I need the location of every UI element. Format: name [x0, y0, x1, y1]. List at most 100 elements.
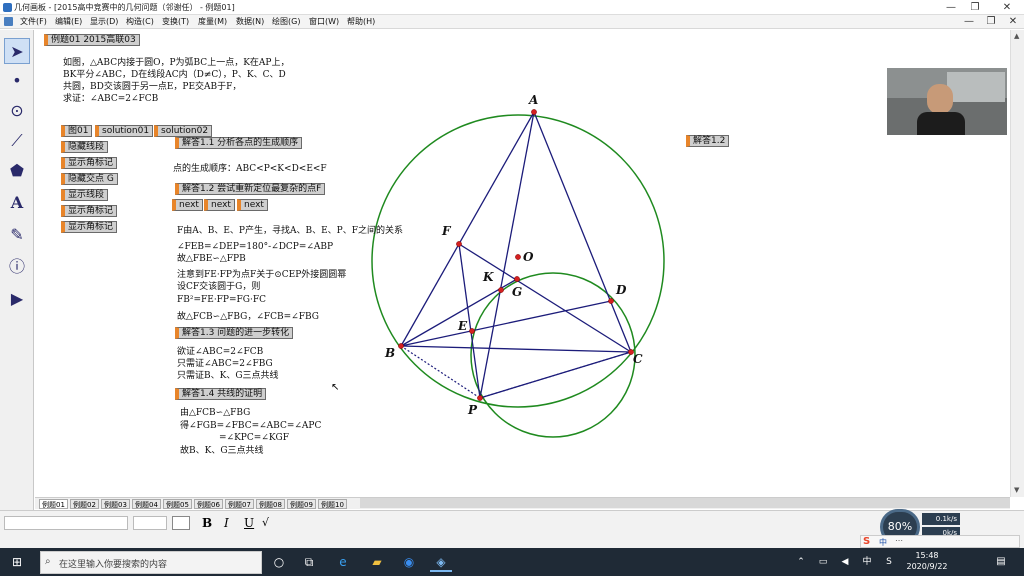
label-g: G [512, 285, 522, 299]
sketch-canvas[interactable]: A B C D E F G K O P 例题01 2015高联03 如图，△AB… [35, 30, 1010, 497]
clock-date: 2020/9/22 [906, 562, 948, 571]
analysis-line-6: FB²=FE·FP=FG·FC [177, 295, 266, 305]
menu-graph[interactable]: 绘图(G) [272, 16, 300, 27]
italic-button[interactable]: I [224, 516, 229, 530]
horizontal-scrollbar[interactable] [360, 498, 1010, 508]
next-button-1[interactable]: next [172, 199, 203, 211]
solution02-button[interactable]: solution02 [154, 125, 213, 137]
network-icon[interactable]: ▭ [812, 552, 834, 572]
volume-icon[interactable]: ◀ [834, 552, 856, 572]
doc-restore-button[interactable]: ❐ [982, 15, 1000, 28]
symbol-palette-icon[interactable]: √ [262, 516, 269, 529]
page-tab-3[interactable]: 例题03 [101, 499, 130, 509]
tray-expand-icon[interactable]: ⌃ [790, 552, 812, 572]
polygon-tool[interactable]: ⬟ [4, 158, 30, 184]
ime-mode-label[interactable]: 中 [879, 537, 887, 548]
text-color-button[interactable] [172, 516, 190, 530]
page-tab-5[interactable]: 例题05 [163, 499, 192, 509]
marker-tool[interactable]: ✎ [4, 222, 30, 248]
next-button-3[interactable]: next [237, 199, 268, 211]
info-tool[interactable]: ⓘ [4, 254, 30, 280]
cortana-icon[interactable]: ○ [268, 552, 290, 572]
next-button-2[interactable]: next [204, 199, 235, 211]
taskbar-search[interactable]: ⌕ 在这里输入你要搜索的内容 [40, 551, 262, 574]
point-e [469, 328, 475, 334]
text-tool[interactable]: A [4, 190, 30, 216]
title-bar: 几何画板 - [2015高中竞赛中的几何问题（邻谢任） - 例题01] — ❐ … [0, 0, 1024, 15]
underline-button[interactable]: U [244, 516, 254, 530]
answer-1-3-button[interactable]: 解答1.3 问题的进一步转化 [175, 327, 294, 339]
windows-start-icon[interactable]: ⊞ [6, 552, 28, 572]
transform-line-2: 只需证∠ABC=2∠FBG [177, 359, 273, 369]
hide-segment-button[interactable]: 隐藏线段 [61, 141, 109, 153]
custom-tool[interactable]: ▶ [4, 286, 30, 312]
page-tab-6[interactable]: 例题06 [194, 499, 223, 509]
menu-help[interactable]: 帮助(H) [347, 16, 375, 27]
vertical-scrollbar[interactable]: ▲ ▼ [1010, 30, 1024, 497]
transform-line-1: 欲证∠ABC=2∠FCB [177, 347, 264, 357]
menu-window[interactable]: 窗口(W) [309, 16, 339, 27]
answer-1-4-button[interactable]: 解答1.4 共线的证明 [175, 388, 267, 400]
figure-button[interactable]: 图01 [61, 125, 93, 137]
page-tab-4[interactable]: 例题04 [132, 499, 161, 509]
font-select[interactable] [4, 516, 128, 530]
answer-1-1-button[interactable]: 解答1.1 分析各点的生成顺序 [175, 137, 303, 149]
arrow-tool[interactable]: ➤ [4, 38, 30, 64]
sogou-tray-icon[interactable]: S [878, 552, 900, 572]
maximize-button[interactable]: ❐ [966, 1, 984, 14]
answer-1-2-button[interactable]: 解答1.2 尝试重新定位最复杂的点F [175, 183, 326, 195]
taskbar-clock[interactable]: 15:48 2020/9/22 [904, 550, 950, 572]
notification-icon[interactable]: ▤ [990, 552, 1012, 572]
text-format-bar: B I U √ 80% 0.1k/s 0k/s S 中 ⋯ [0, 509, 1024, 548]
hide-point-g-button[interactable]: 隐藏交点 G [61, 173, 118, 185]
doc-icon [4, 17, 13, 26]
ime-options-icon[interactable]: ⋯ [895, 536, 903, 545]
page-tab-7[interactable]: 例题07 [225, 499, 254, 509]
ime-tray-icon[interactable]: 中 [856, 552, 878, 572]
label-f: F [441, 224, 452, 238]
point-f [456, 241, 462, 247]
geometry-sketchpad-icon[interactable]: ◈ [430, 552, 452, 572]
doc-close-button[interactable]: ✕ [1004, 15, 1022, 28]
menu-measure[interactable]: 度量(M) [198, 16, 227, 27]
show-segment-button[interactable]: 显示线段 [61, 189, 109, 201]
page-tab-1[interactable]: 例题01 [39, 499, 68, 509]
show-angle-mark-button-1[interactable]: 显示角标记 [61, 157, 118, 169]
solution01-button[interactable]: solution01 [95, 125, 154, 137]
menu-data[interactable]: 数据(N) [236, 16, 264, 27]
edge-icon[interactable]: e [332, 552, 354, 572]
point-tool[interactable]: • [4, 68, 30, 94]
circle-o [371, 114, 665, 408]
scroll-down-icon[interactable]: ▼ [1014, 486, 1019, 494]
minimize-button[interactable]: — [942, 1, 960, 14]
app-icon [3, 3, 12, 12]
menu-display[interactable]: 显示(D) [90, 16, 118, 27]
point-d [608, 298, 614, 304]
line-tool[interactable]: ⟋ [4, 128, 30, 154]
page-tab-9[interactable]: 例题09 [287, 499, 316, 509]
answer-1-2-right-button[interactable]: 解答1.2 [686, 135, 730, 147]
menu-transform[interactable]: 变换(T) [162, 16, 189, 27]
show-angle-mark-button-2[interactable]: 显示角标记 [61, 205, 118, 217]
task-view-icon[interactable]: ⧉ [298, 552, 320, 572]
problem-title-button[interactable]: 例题01 2015高联03 [44, 34, 140, 46]
browser-icon[interactable]: ◉ [398, 552, 420, 572]
compass-tool[interactable]: ⊙ [4, 98, 30, 124]
page-tab-2[interactable]: 例题02 [70, 499, 99, 509]
menu-edit[interactable]: 编辑(E) [55, 16, 82, 27]
proof-line-1: 由△FCB∽△FBG [180, 408, 251, 418]
scroll-up-icon[interactable]: ▲ [1014, 32, 1019, 40]
page-tab-8[interactable]: 例题08 [256, 499, 285, 509]
close-button[interactable]: ✕ [998, 1, 1016, 14]
point-o [515, 254, 521, 260]
file-explorer-icon[interactable]: ▰ [366, 552, 388, 572]
page-tab-10[interactable]: 例题10 [318, 499, 347, 509]
show-angle-mark-button-3[interactable]: 显示角标记 [61, 221, 118, 233]
net-up-rate: 0.1k/s [922, 513, 960, 525]
menu-file[interactable]: 文件(F) [20, 16, 47, 27]
font-size-select[interactable] [133, 516, 167, 530]
doc-minimize-button[interactable]: — [960, 15, 978, 28]
label-d: D [615, 283, 627, 297]
bold-button[interactable]: B [202, 516, 212, 530]
menu-construct[interactable]: 构造(C) [126, 16, 154, 27]
